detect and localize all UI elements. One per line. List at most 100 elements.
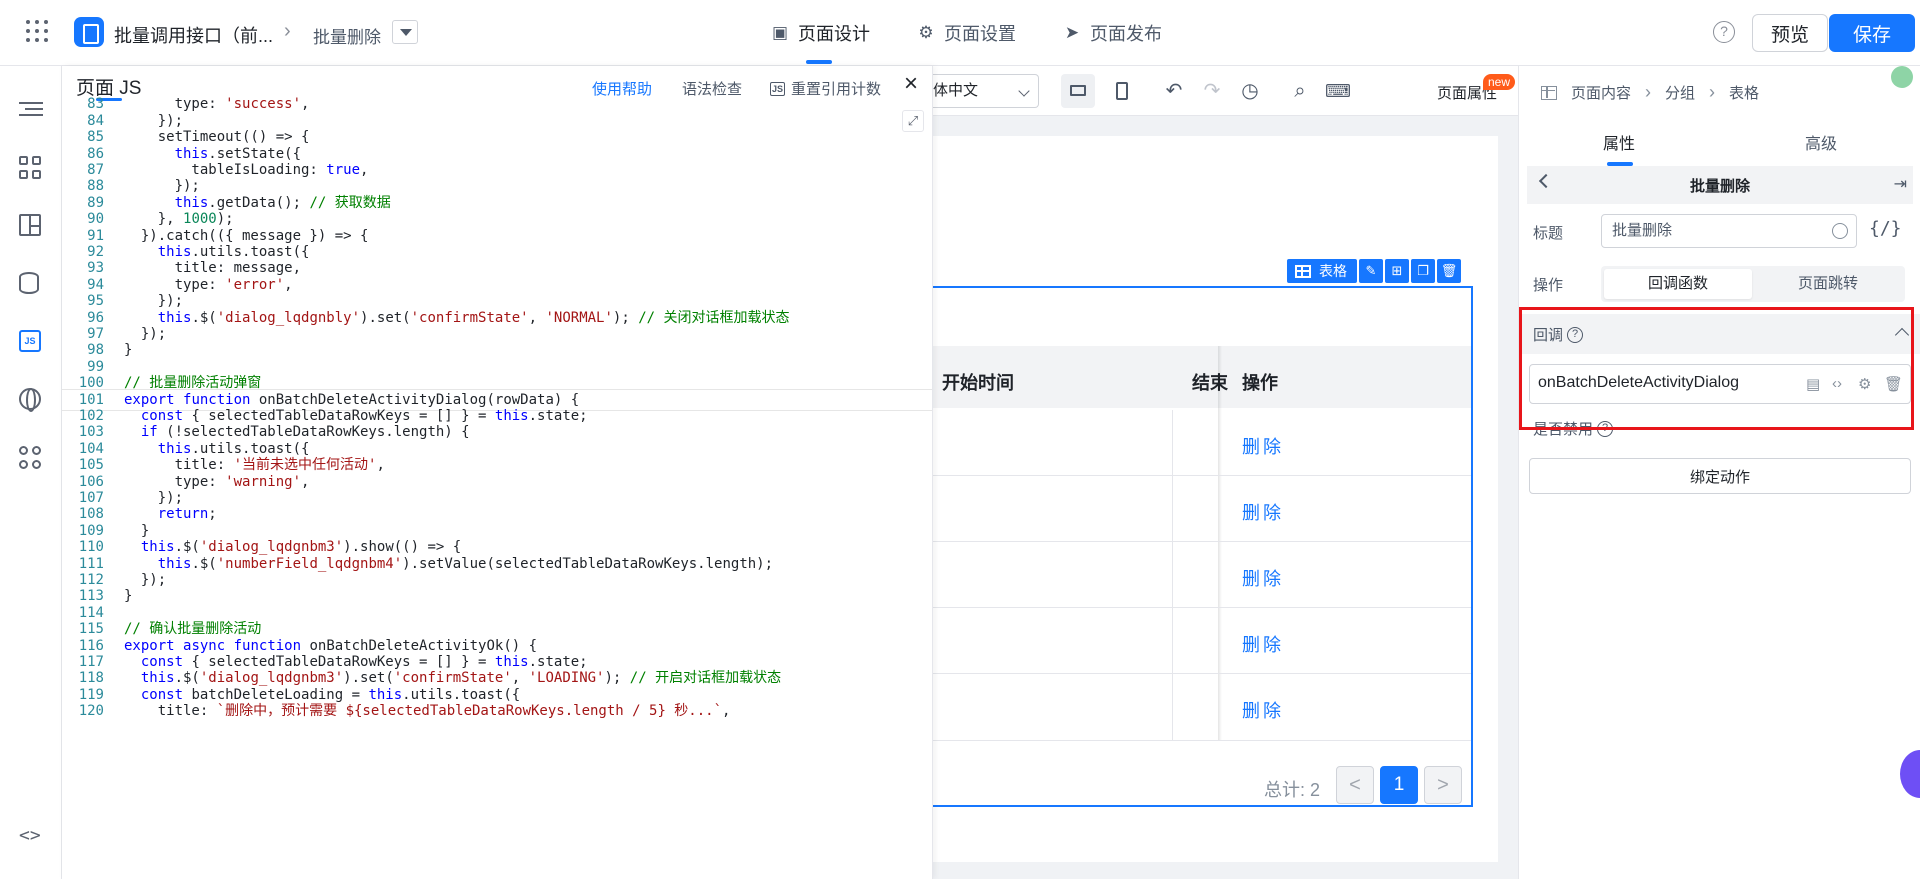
- breadcrumb-item[interactable]: 表格: [1729, 82, 1759, 103]
- chevron-right-icon: ›: [1645, 82, 1652, 102]
- delete-link[interactable]: 删除: [1242, 631, 1284, 657]
- help-icon[interactable]: ?: [1713, 21, 1735, 43]
- tab-properties[interactable]: 属性: [1603, 130, 1635, 154]
- breadcrumb-item[interactable]: 页面内容: [1571, 82, 1631, 103]
- history-icon[interactable]: ◷: [1233, 74, 1267, 108]
- action-callback-option[interactable]: 回调函数: [1604, 269, 1752, 299]
- layout-templates-icon[interactable]: [19, 214, 41, 236]
- page-name: 批量删除: [313, 28, 381, 47]
- row-divider: [933, 673, 1471, 674]
- preview-button[interactable]: 预览: [1752, 14, 1828, 52]
- table-component-label[interactable]: 表格: [1287, 259, 1357, 283]
- redo-icon[interactable]: ↷: [1195, 74, 1229, 108]
- tab-page-design[interactable]: ▣ 页面设计: [770, 0, 870, 66]
- plugins-icon[interactable]: [19, 446, 43, 470]
- config-title: 批量删除: [1689, 178, 1750, 195]
- row-divider: [933, 475, 1471, 476]
- table-selection-toolbar: 表格 ✎ ⊞ ❐ 🗑: [1287, 259, 1461, 283]
- layout-icon: ▣: [771, 23, 789, 42]
- highlight-annotation-box: [1519, 307, 1914, 430]
- laptop-icon: [1070, 85, 1086, 96]
- delete-link[interactable]: 删除: [1242, 697, 1284, 723]
- save-button[interactable]: 保存: [1829, 14, 1915, 52]
- tab-page-settings[interactable]: ⚙ 页面设置: [916, 0, 1016, 66]
- fixed-column-shadow: [1218, 346, 1222, 740]
- close-icon[interactable]: ×: [904, 70, 918, 98]
- top-bar: 批量调用接口（前... › 批量删除 ▣ 页面设计 ⚙ 页面设置 ➤ 页面发布 …: [0, 0, 1920, 66]
- table-icon: [1295, 264, 1311, 278]
- canvas-toolbar: 体中文 ↶ ↷ ◷ ⌕ ⌨ 页面属性 new: [933, 66, 1518, 116]
- delete-link[interactable]: 删除: [1242, 499, 1284, 525]
- breadcrumb-item[interactable]: 分组: [1665, 82, 1695, 103]
- app-title[interactable]: 批量调用接口（前...: [114, 22, 273, 48]
- i18n-globe-icon[interactable]: [19, 388, 41, 412]
- tab-label: 页面设置: [944, 24, 1016, 44]
- pagination-next-button[interactable]: >: [1424, 766, 1462, 804]
- delete-link[interactable]: 删除: [1242, 433, 1284, 459]
- column-header-actions: 操作: [1242, 373, 1278, 393]
- variable-binding-icon[interactable]: {/}: [1869, 218, 1902, 239]
- trash-icon[interactable]: 🗑: [1437, 259, 1461, 283]
- line-number: 120: [78, 703, 104, 720]
- column-header-start-time: 开始时间: [942, 373, 1014, 393]
- table-icon: [1541, 85, 1557, 100]
- globe-icon[interactable]: [1832, 223, 1848, 239]
- component-breadcrumb: 页面内容 › 分组 › 表格: [1541, 82, 1759, 103]
- code-icon[interactable]: <>: [19, 824, 43, 848]
- copy-icon[interactable]: ❐: [1411, 259, 1435, 283]
- mobile-view-button[interactable]: [1105, 74, 1139, 108]
- page-dropdown-button[interactable]: [392, 20, 418, 44]
- code-text: title: `删除中，预计需要 ${selectedTableDataRowK…: [124, 703, 731, 720]
- action-label: 操作: [1533, 277, 1564, 294]
- gear-icon: ⚙: [918, 23, 934, 42]
- row-divider: [933, 740, 1471, 741]
- delete-link[interactable]: 删除: [1242, 565, 1284, 591]
- chevron-right-icon: ›: [1709, 82, 1716, 102]
- left-rail: JS <>: [0, 66, 62, 879]
- app-logo-icon: [74, 17, 104, 47]
- action-navigate-option[interactable]: 页面跳转: [1754, 269, 1902, 299]
- exit-icon[interactable]: ⇥: [1894, 174, 1907, 194]
- title-label: 标题: [1533, 225, 1564, 242]
- config-header: 批量删除 ⇥: [1527, 166, 1913, 204]
- outline-icon[interactable]: [19, 98, 43, 122]
- expand-icon[interactable]: ⤢: [902, 110, 924, 132]
- column-divider: [1172, 410, 1173, 740]
- pagination-page-1[interactable]: 1: [1380, 766, 1418, 804]
- status-dot-icon: [1891, 66, 1913, 88]
- main-tabs: ▣ 页面设计 ⚙ 页面设置 ➤ 页面发布: [770, 0, 1162, 66]
- tab-advanced[interactable]: 高级: [1805, 130, 1837, 154]
- action-type-segmented: 回调函数 页面跳转: [1601, 266, 1905, 302]
- phone-icon: [1116, 82, 1128, 100]
- title-input[interactable]: 批量删除: [1601, 214, 1857, 248]
- components-icon[interactable]: [19, 156, 43, 180]
- add-icon[interactable]: ⊞: [1385, 259, 1409, 283]
- page-js-panel: 页面 JS 使用帮助 语法检查 JS 重置引用计数 × 82 title: '删…: [62, 66, 933, 879]
- app-grid-icon[interactable]: [26, 20, 48, 42]
- code-line[interactable]: 120 title: `删除中，预计需要 ${selectedTableData…: [62, 701, 932, 721]
- chevron-right-icon: ›: [284, 20, 291, 42]
- pagination-prev-button[interactable]: <: [1336, 766, 1374, 804]
- row-divider: [933, 607, 1471, 608]
- language-select[interactable]: 体中文: [933, 74, 1039, 108]
- pagination-total: 总计: 2: [1264, 780, 1321, 800]
- property-panel: 页面内容 › 分组 › 表格 属性 高级 批量删除 ⇥ 标题 批量删除 {/} …: [1518, 66, 1920, 879]
- tab-label: 页面发布: [1090, 24, 1162, 44]
- js-file-icon: JS: [770, 81, 786, 96]
- edit-icon[interactable]: ✎: [1359, 259, 1383, 283]
- row-divider: [933, 541, 1471, 542]
- bind-action-button[interactable]: 绑定动作: [1529, 458, 1911, 494]
- tab-label: 页面设计: [798, 24, 870, 44]
- code-editor[interactable]: 82 title: '删除成功',83 type: 'success',84 }…: [62, 96, 932, 879]
- tab-page-publish[interactable]: ➤ 页面发布: [1062, 0, 1162, 66]
- undo-icon[interactable]: ↶: [1157, 74, 1191, 108]
- search-icon[interactable]: ⌕: [1283, 74, 1317, 108]
- column-header-end: 结束: [1192, 373, 1228, 393]
- datasource-icon[interactable]: [19, 272, 39, 294]
- desktop-view-button[interactable]: [1061, 74, 1095, 108]
- page-js-icon[interactable]: JS: [19, 330, 41, 352]
- keyboard-icon[interactable]: ⌨: [1321, 74, 1355, 108]
- new-badge: new: [1483, 74, 1516, 90]
- table-label-text: 表格: [1319, 263, 1347, 279]
- send-icon: ➤: [1064, 23, 1080, 42]
